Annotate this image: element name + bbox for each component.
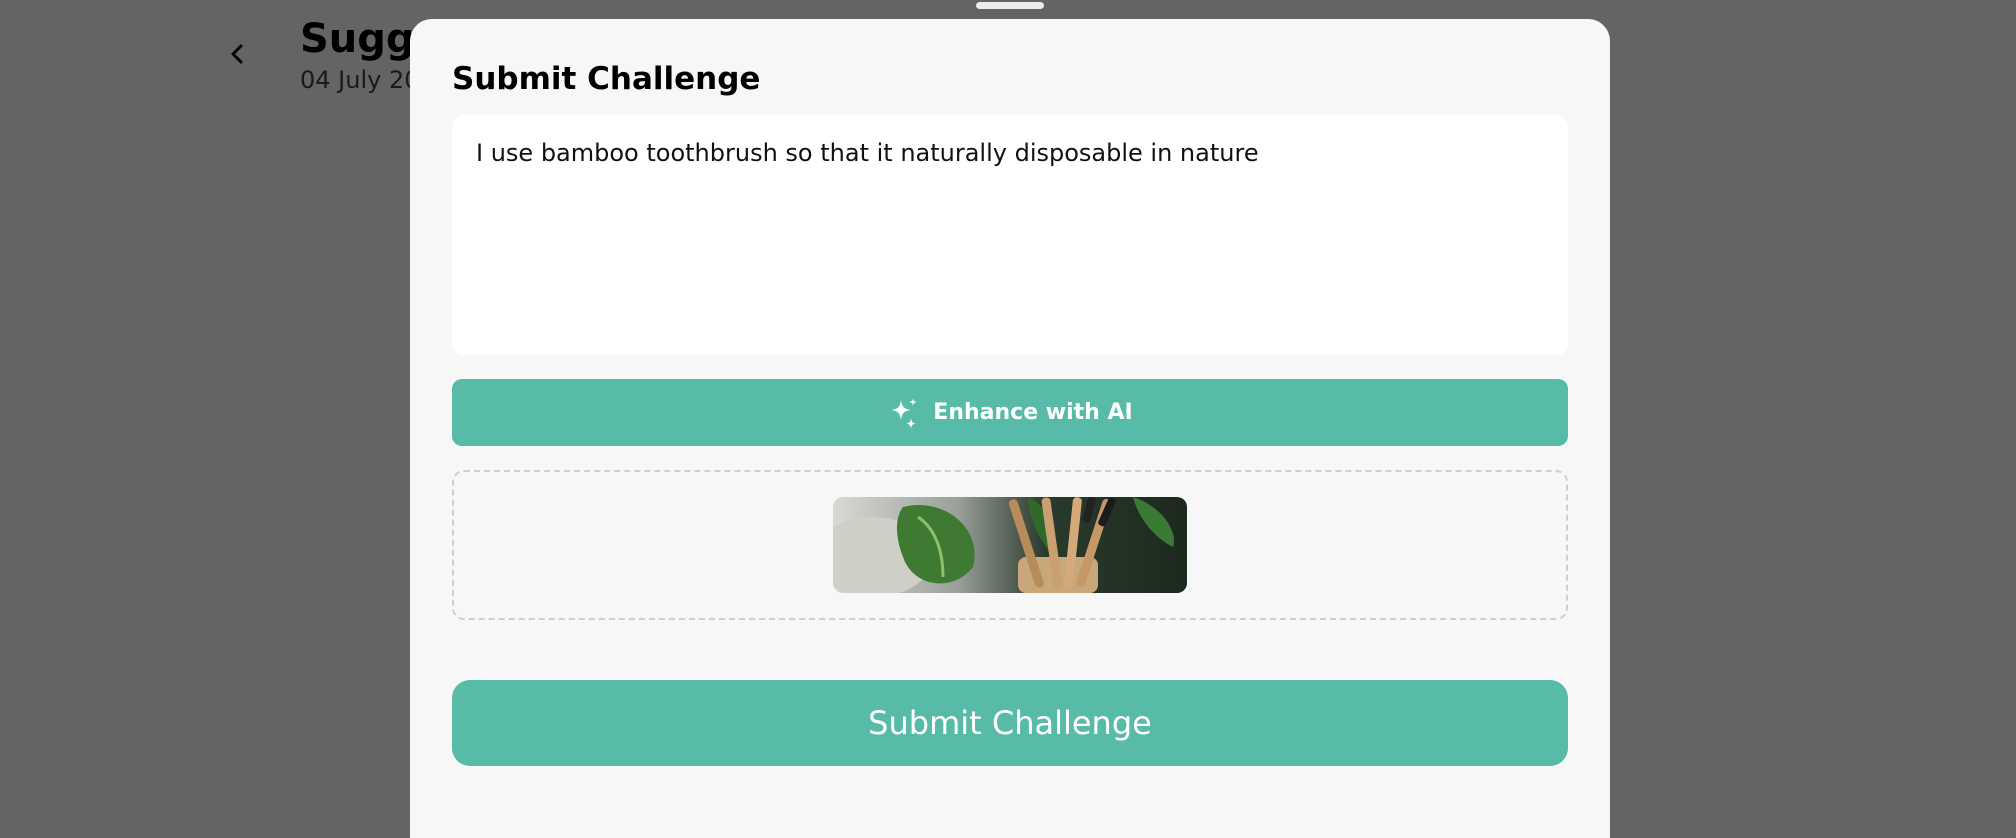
- image-upload-zone[interactable]: [452, 470, 1568, 620]
- submit-challenge-sheet: Submit Challenge Enhance with AI: [410, 19, 1610, 838]
- enhance-button-label: Enhance with AI: [933, 400, 1133, 425]
- chevron-left-icon: [226, 42, 250, 70]
- enhance-with-ai-button[interactable]: Enhance with AI: [452, 379, 1568, 446]
- background-page-date: 04 July 20: [300, 66, 420, 94]
- challenge-description-input[interactable]: [452, 115, 1568, 355]
- back-button[interactable]: [210, 28, 266, 84]
- submit-challenge-button[interactable]: Submit Challenge: [452, 680, 1568, 766]
- sheet-drag-handle[interactable]: [976, 2, 1044, 9]
- uploaded-image-thumbnail[interactable]: [833, 497, 1187, 593]
- sheet-title: Submit Challenge: [452, 61, 761, 97]
- sparkles-icon: [887, 396, 921, 430]
